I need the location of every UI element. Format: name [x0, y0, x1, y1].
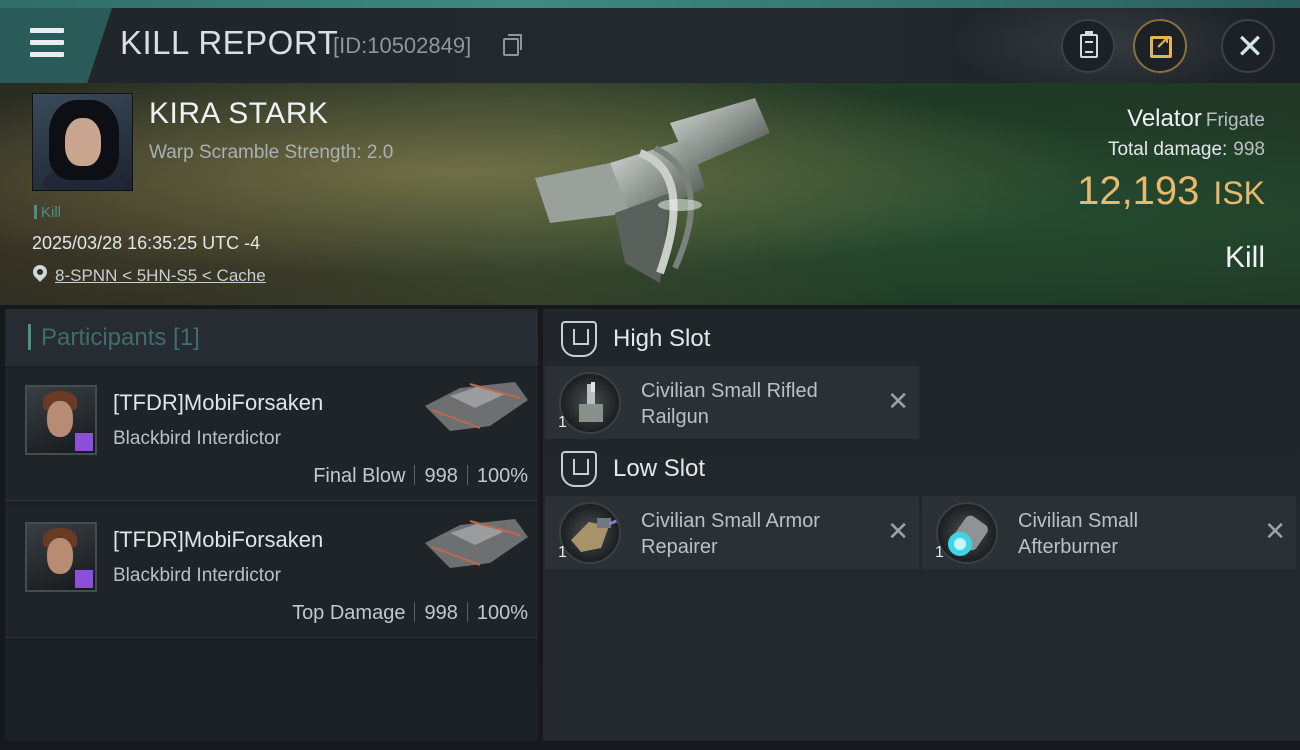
corp-badge-icon [75, 433, 93, 451]
destroyed-x-icon: ✕ [1264, 516, 1286, 546]
report-id: [ID:10502849] [333, 33, 472, 58]
module-item[interactable]: 1 Civilian Small Rifled Railgun ✕ [545, 366, 919, 439]
participant-role: Top Damage [292, 602, 406, 624]
share-icon [1150, 33, 1172, 58]
participant-ship: Blackbird Interdictor [113, 565, 281, 586]
participant-percent: 100% [476, 602, 528, 624]
armor-repairer-icon [559, 502, 621, 564]
close-icon: ✕ [1235, 28, 1265, 66]
avatar [25, 385, 97, 455]
participant-role: Final Blow [313, 465, 406, 487]
railgun-icon [559, 372, 621, 434]
participants-panel: Participants [1] [TFDR]MobiForsaken Blac… [5, 309, 538, 741]
high-slot-icon [561, 321, 597, 357]
destroyed-x-icon: ✕ [887, 516, 909, 546]
share-button[interactable] [1133, 19, 1187, 73]
participant-stats: Final Blow 998 100% [313, 465, 528, 488]
module-name: Civilian Small Afterburner [1018, 510, 1139, 558]
participants-header: Participants [1] [5, 309, 538, 366]
victim-ship-image [535, 98, 770, 283]
isk-value: 12,193 ISK [1077, 169, 1265, 213]
module-item[interactable]: 1 Civilian Small Afterburner ✕ [922, 496, 1296, 569]
module-quantity: 1 [558, 414, 567, 431]
page-title: KILL REPORT [120, 24, 339, 61]
participant-stats: Top Damage 998 100% [292, 602, 528, 625]
participant-row[interactable]: [TFDR]MobiForsaken Blackbird Interdictor… [5, 368, 538, 501]
victim-name: KIRA STARK [149, 97, 329, 130]
afterburner-icon [936, 502, 998, 564]
victim-portrait[interactable] [32, 93, 133, 191]
corp-badge-icon [75, 570, 93, 588]
module-name: Civilian Small Rifled Railgun [641, 380, 818, 428]
participant-row[interactable]: [TFDR]MobiForsaken Blackbird Interdictor… [5, 505, 538, 638]
copy-icon[interactable] [503, 34, 522, 56]
clipboard-button[interactable] [1061, 19, 1115, 73]
participant-ship-image [425, 519, 528, 568]
module-quantity: 1 [935, 544, 944, 561]
participant-name: [TFDR]MobiForsaken [113, 527, 324, 552]
participant-ship-image [425, 382, 528, 431]
result-label: Kill [1224, 241, 1265, 274]
total-damage: Total damage: 998 [1107, 139, 1265, 160]
header-bar: KILL REPORT [ID:10502849] ✕ [0, 8, 1300, 83]
menu-icon [30, 28, 64, 33]
victim-banner: KIRA STARK Warp Scramble Strength: 2.0 K… [0, 83, 1300, 305]
module-item[interactable]: 1 Civilian Small Armor Repairer ✕ [545, 496, 919, 569]
location-link[interactable]: 8-SPNN < 5HN-S5 < Cache [55, 266, 266, 286]
warp-scramble-strength: Warp Scramble Strength: 2.0 [149, 142, 394, 163]
clipboard-icon [1080, 31, 1098, 58]
module-quantity: 1 [558, 544, 567, 561]
low-slot-icon [561, 451, 597, 487]
participant-ship: Blackbird Interdictor [113, 428, 281, 449]
participant-damage: 998 [424, 602, 458, 624]
close-button[interactable]: ✕ [1221, 19, 1275, 73]
victim-ship-name: Velator Frigate [1127, 105, 1265, 132]
menu-button[interactable] [0, 8, 112, 83]
avatar [25, 522, 97, 592]
kill-tag: Kill [34, 204, 61, 221]
victim-ship-class: Frigate [1205, 110, 1265, 131]
destroyed-x-icon: ✕ [887, 386, 909, 416]
kill-timestamp: 2025/03/28 16:35:25 UTC -4 [32, 233, 261, 253]
participant-percent: 100% [476, 465, 528, 487]
fitting-panel: High Slot 1 Civilian Small Rifled Railgu… [543, 309, 1300, 741]
top-accent-line [0, 0, 1300, 8]
participant-damage: 998 [424, 465, 458, 487]
module-name: Civilian Small Armor Repairer [641, 510, 820, 558]
participant-name: [TFDR]MobiForsaken [113, 390, 324, 415]
location-pin-icon [30, 262, 50, 282]
